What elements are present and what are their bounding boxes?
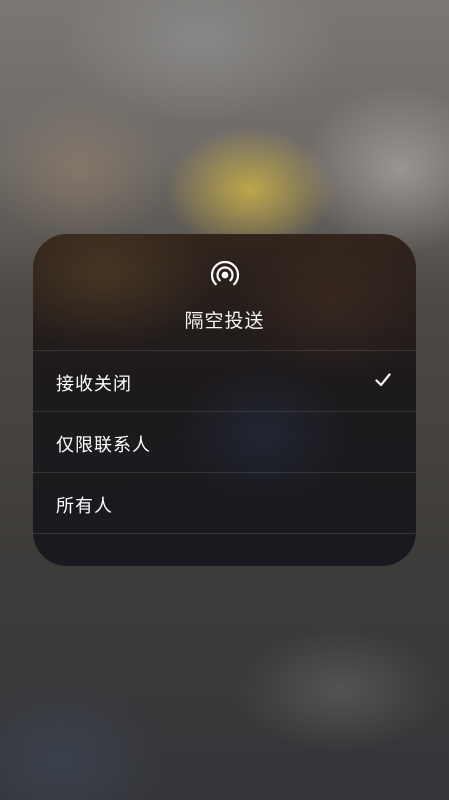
option-label: 接收关闭 [56,374,132,395]
option-everyone[interactable]: 所有人 [33,472,416,533]
airdrop-icon [210,260,240,286]
option-label: 仅限联系人 [56,435,151,456]
option-label: 所有人 [56,496,113,517]
airdrop-menu: 隔空投送 接收关闭 仅限联系人 所有人 [33,234,416,566]
option-contacts-only[interactable]: 仅限联系人 [33,411,416,472]
airdrop-header: 隔空投送 [33,234,416,350]
blurred-background: 隔空投送 接收关闭 仅限联系人 所有人 [0,0,449,800]
checkmark-icon [375,373,391,387]
airdrop-title: 隔空投送 [184,310,265,332]
option-receiving-off[interactable]: 接收关闭 [33,350,416,411]
divider [33,533,416,534]
